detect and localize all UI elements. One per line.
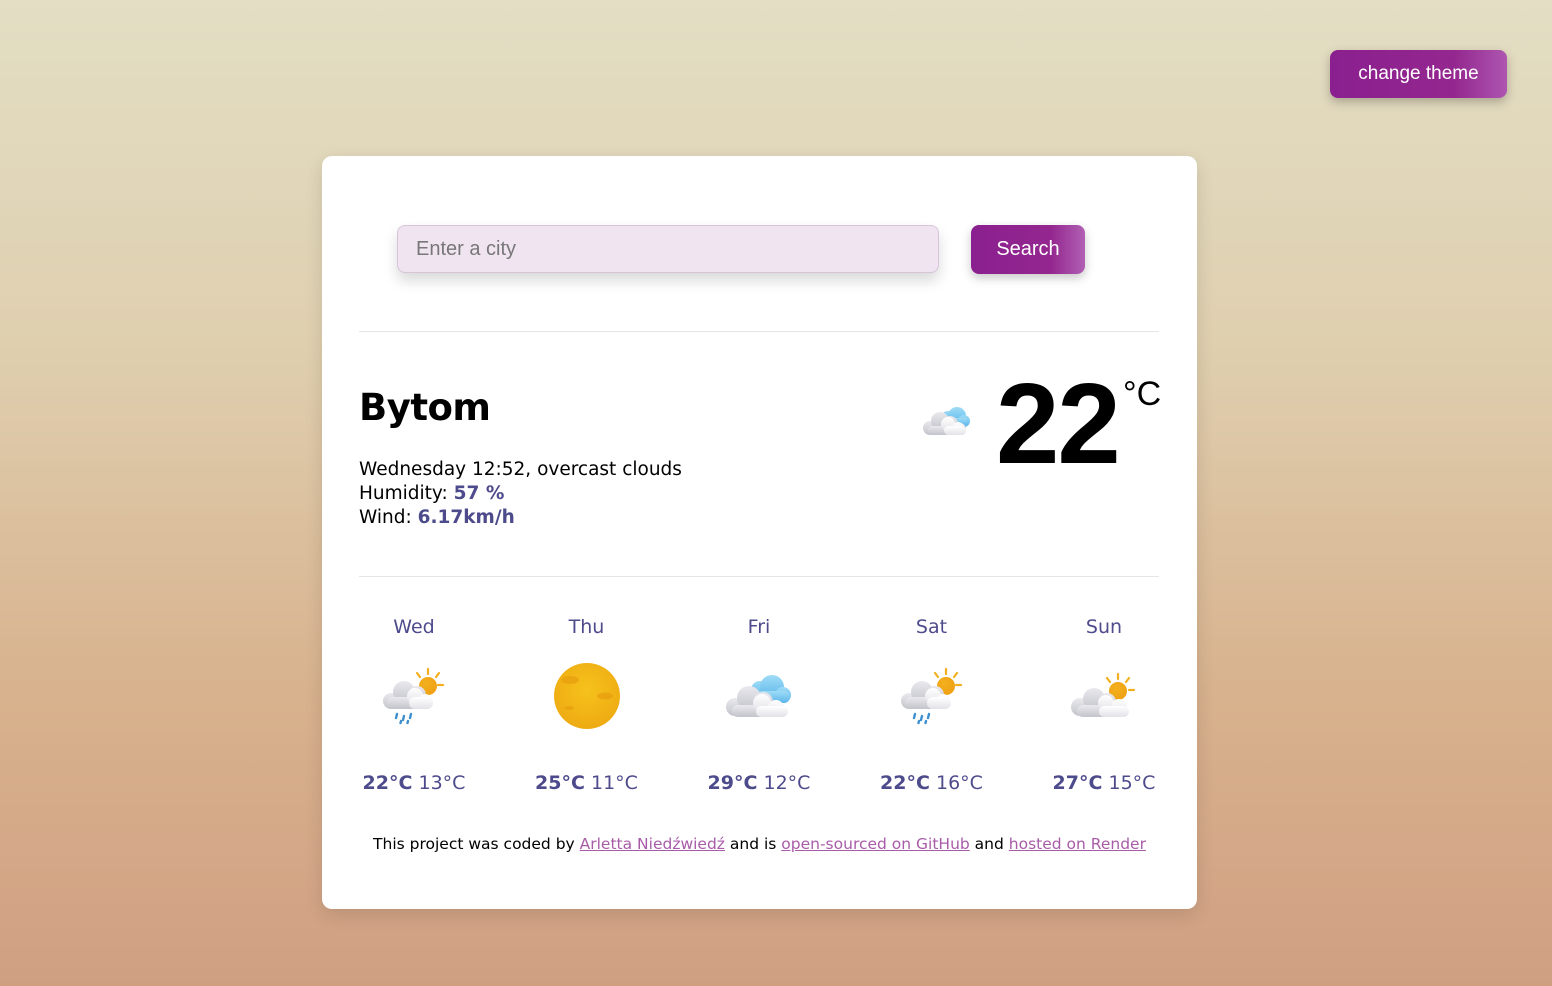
forecast-max: 27°C [1052,772,1103,794]
forecast-temps: 27°C 15°C [1049,772,1159,794]
sun-icon [532,660,642,732]
github-link[interactable]: open-sourced on GitHub [781,835,969,853]
temperature-unit[interactable]: °C [1123,375,1161,414]
humidity-value: 57 % [453,483,505,504]
forecast-temps: 25°C 11°C [532,772,642,794]
footer-text: This project was coded by [373,835,580,853]
weather-card: Search Bytom Wednesday 12:52, overcast c… [322,156,1197,909]
partly-cloudy-icon [1049,660,1159,732]
forecast-day-name: Fri [747,616,771,638]
forecast-max: 25°C [535,772,585,794]
forecast-day: Fri 29°C 12°C [704,612,814,794]
rain-sun-icon [877,660,987,732]
render-link[interactable]: hosted on Render [1009,835,1146,853]
footer: This project was coded by Arletta Niedźw… [322,835,1197,853]
humidity-label: Humidity: [359,483,454,504]
footer-text: and is [724,835,782,853]
footer-text: and [969,835,1009,853]
wind-label: Wind: [359,507,418,528]
forecast-temps: 22°C 13°C [359,772,469,794]
forecast-day-name: Thu [568,616,605,638]
forecast-min: 11°C [590,772,638,794]
author-link[interactable]: Arletta Niedźwiedź [580,835,725,853]
city-search-input[interactable] [397,225,939,273]
current-description: Wednesday 12:52, overcast clouds [359,459,682,480]
forecast-temps: 22°C 16°C [877,772,987,794]
forecast-min: 12°C [763,772,811,794]
search-button[interactable]: Search [971,225,1085,274]
rain-sun-icon [359,660,469,732]
forecast-day: Thu 25°C 11°C [532,612,642,794]
current-details: Wednesday 12:52, overcast clouds Humidit… [359,458,682,530]
forecast-min: 13°C [418,772,466,794]
change-theme-button[interactable]: change theme [1330,50,1507,98]
forecast-max: 22°C [362,772,413,794]
forecast-temps: 29°C 12°C [704,772,814,794]
forecast-day: Wed 22°C 13°C [359,612,469,794]
city-name: Bytom [359,386,491,429]
forecast-max: 29°C [707,772,758,794]
top-divider [359,331,1159,332]
forecast-day: Sun 27°C 15°C [1049,612,1159,794]
forecast-day-name: Sat [915,616,948,638]
clouds-icon [704,660,814,732]
middle-divider [359,576,1159,577]
forecast-max: 22°C [880,772,930,794]
overcast-clouds-icon [922,402,972,438]
wind-value: 6.17km/h [417,507,515,528]
forecast-min: 15°C [1108,772,1156,794]
forecast-day-name: Wed [393,616,435,638]
wind-row: Wind: 6.17km/h [359,506,682,530]
forecast-row: Wed 22°C 13°C Thu 25°C 11°C Fri 29°C 12°… [359,612,1159,794]
humidity-row: Humidity: 57 % [359,482,682,506]
forecast-min: 16°C [935,772,983,794]
current-temperature: 22 [996,361,1121,488]
forecast-day-name: Sun [1085,616,1123,638]
forecast-day: Sat 22°C 16°C [877,612,987,794]
